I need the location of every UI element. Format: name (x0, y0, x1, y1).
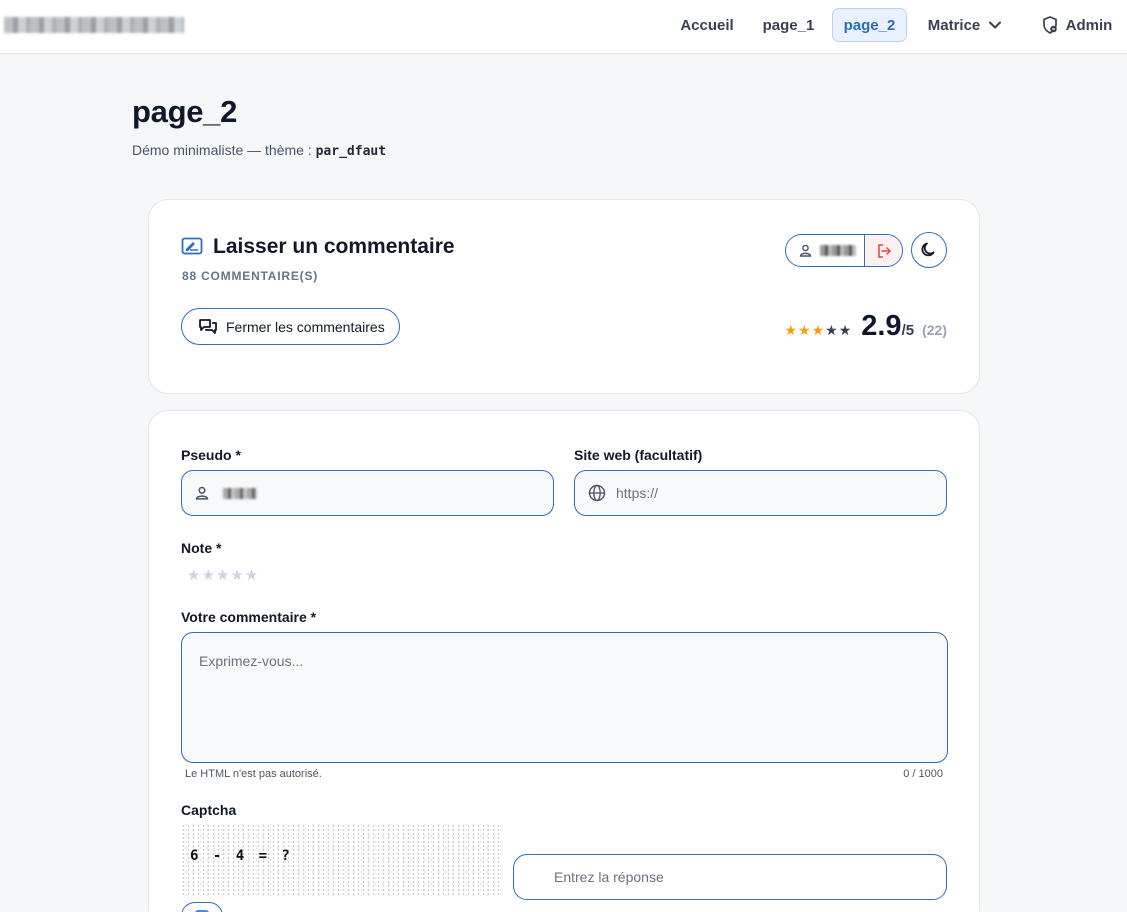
nav-admin-label: Admin (1065, 16, 1113, 34)
rating-votes: (22) (922, 322, 947, 338)
rating-score: 2.9 (861, 310, 902, 342)
chevron-down-icon (989, 21, 1002, 29)
close-comments-label: Fermer les commentaires (226, 318, 385, 335)
comment-textarea[interactable] (181, 632, 948, 763)
rating-star-icon: ★ (838, 322, 853, 338)
site-brand[interactable] (4, 17, 184, 33)
rating-star-icon: ★ (798, 322, 812, 338)
comments-count: 88 COMMENTAIRE(S) (182, 269, 319, 283)
rating-star-icon: ★ (784, 322, 798, 338)
comments-header-card: Laisser un commentaire 88 COMMENTAIRE(S)… (148, 199, 980, 394)
page-subtitle: Démo minimaliste — thème : par_dfaut (132, 142, 992, 159)
website-input[interactable] (616, 485, 903, 501)
captcha-refresh-button[interactable] (181, 902, 223, 912)
rating-stars: ★★★★★ (784, 322, 852, 339)
rating-star-icon: ★ (811, 322, 826, 338)
website-field[interactable] (574, 470, 947, 516)
pseudo-field[interactable] (181, 470, 554, 516)
comment-edit-icon (181, 237, 203, 255)
nav-matrice-dropdown[interactable]: Matrice (920, 8, 1010, 42)
pseudo-label: Pseudo * (181, 447, 241, 463)
rating-star-icon: ★ (825, 322, 839, 338)
comment-form-card: Pseudo * Site web (facultatif) Note * ★★… (148, 410, 980, 912)
comments-title: Laisser un commentaire (181, 235, 455, 259)
user-name-area[interactable] (786, 235, 864, 266)
nav-accueil[interactable]: Accueil (670, 8, 744, 42)
captcha-input[interactable] (554, 869, 907, 885)
theme-toggle-button[interactable] (911, 232, 947, 268)
logout-button[interactable] (864, 235, 902, 266)
comments-title-text: Laisser un commentaire (213, 235, 455, 258)
logout-icon (877, 243, 891, 258)
chat-bubbles-icon (199, 318, 217, 334)
user-icon (799, 244, 812, 257)
captcha-field[interactable] (513, 854, 947, 900)
captcha-label: Captcha (181, 802, 237, 818)
captcha-image: 6 - 4 = ? (181, 824, 501, 896)
comment-label: Votre commentaire * (181, 609, 317, 625)
page-header: page_2 Démo minimaliste — thème : par_df… (132, 94, 992, 159)
moon-icon (921, 242, 935, 257)
user-name-redacted (820, 245, 856, 256)
nav-admin[interactable]: Admin (1036, 8, 1116, 42)
rating-summary: ★★★★★ 2.9 /5 (22) (784, 310, 947, 343)
nav-matrice-label: Matrice (927, 16, 981, 34)
char-counter: 0 / 1000 (903, 768, 943, 780)
user-icon (195, 486, 209, 500)
user-pill (785, 234, 903, 267)
note-star-input[interactable]: ★★★★★ (187, 566, 259, 584)
page-title: page_2 (132, 94, 238, 129)
rating-max: /5 (901, 322, 915, 339)
close-comments-button[interactable]: Fermer les commentaires (181, 308, 400, 345)
note-label: Note * (181, 540, 222, 556)
website-label: Site web (facultatif) (574, 447, 703, 463)
captcha-text: 6 - 4 = ? (190, 848, 293, 864)
nav-page-1[interactable]: page_1 (755, 8, 822, 42)
pseudo-value-redacted (223, 487, 257, 499)
subtitle-text: Démo minimaliste — thème : (132, 142, 312, 158)
top-navbar: Accueil page_1 page_2 Matrice Admin (0, 0, 1127, 54)
globe-icon (588, 484, 606, 502)
theme-name: par_dfaut (315, 144, 387, 159)
nav-page-2[interactable]: page_2 (832, 8, 907, 42)
html-hint: Le HTML n'est pas autorisé. (185, 768, 322, 780)
shield-icon (1042, 16, 1057, 34)
